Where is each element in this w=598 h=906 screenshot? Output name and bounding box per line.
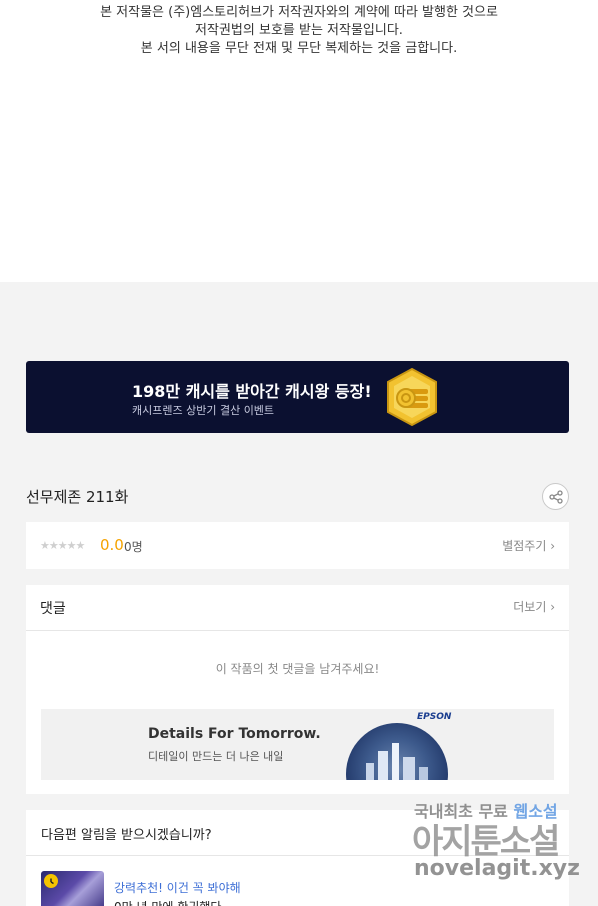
site-watermark: 국내최초 무료 웹소설 아지툰소설 novelagit.xyz: [410, 798, 590, 898]
comments-heading: 댓글: [40, 601, 66, 617]
rating-count: 0명: [124, 540, 143, 554]
recommend-thumbnail[interactable]: [41, 871, 104, 906]
ad-globe-image: [346, 723, 448, 780]
banner-title: 198만 캐시를 받아간 캐시왕 등장!: [132, 382, 372, 401]
rating-stars-icon: ★★★★★: [40, 539, 85, 552]
notification-heading: 다음편 알림을 받으시겠습니까?: [41, 828, 212, 843]
copyright-line-1: 본 저작물은 (주)엠스토리허브가 저작권자와의 계약에 따라 발행한 것으로: [100, 5, 498, 20]
ad-banner[interactable]: Details For Tomorrow. 디테일이 만드는 더 나은 내일 E…: [41, 709, 554, 780]
comments-empty-message: 이 작품의 첫 댓글을 남겨주세요!: [215, 662, 380, 676]
coin-icon: [387, 367, 437, 427]
ad-subtitle: 디테일이 만드는 더 나은 내일: [148, 750, 284, 763]
episode-title: 선무제존 211화: [26, 488, 129, 506]
rating-card: ★★★★★ 0.0 0명 별점주기 ›: [26, 522, 569, 569]
event-banner[interactable]: 198만 캐시를 받아간 캐시왕 등장! 캐시프렌즈 상반기 결산 이벤트: [26, 361, 569, 433]
ad-brand-logo: EPSON: [417, 712, 452, 722]
rate-button[interactable]: 별점주기 ›: [502, 537, 555, 554]
copyright-line-2: 저작권법의 보호를 받는 저작물입니다.: [195, 23, 403, 38]
recommend-title[interactable]: 강력추천! 이건 꼭 봐야해: [114, 879, 241, 896]
comments-card: 댓글 더보기 › 이 작품의 첫 댓글을 남겨주세요! Details For …: [26, 585, 569, 794]
divider: [26, 630, 569, 631]
rating-score: 0.0: [100, 536, 124, 554]
share-icon: [549, 490, 563, 504]
recommend-subtitle[interactable]: 0만 년 만에 환귀했다: [114, 898, 221, 906]
copyright-section: 본 저작물은 (주)엠스토리허브가 저작권자와의 계약에 따라 발행한 것으로 …: [0, 0, 598, 282]
copyright-line-3: 본 서의 내용을 무단 전재 및 무단 복제하는 것을 금합니다.: [140, 41, 458, 56]
share-button[interactable]: [542, 483, 569, 510]
comments-more-link[interactable]: 더보기 ›: [513, 598, 555, 615]
watermark-url: novelagit.xyz: [414, 856, 580, 881]
clock-icon: [44, 874, 58, 888]
copyright-notice: 본 저작물은 (주)엠스토리허브가 저작권자와의 계약에 따라 발행한 것으로 …: [0, 4, 598, 58]
ad-title: Details For Tomorrow.: [148, 726, 321, 742]
banner-subtitle: 캐시프렌즈 상반기 결산 이벤트: [132, 404, 275, 417]
